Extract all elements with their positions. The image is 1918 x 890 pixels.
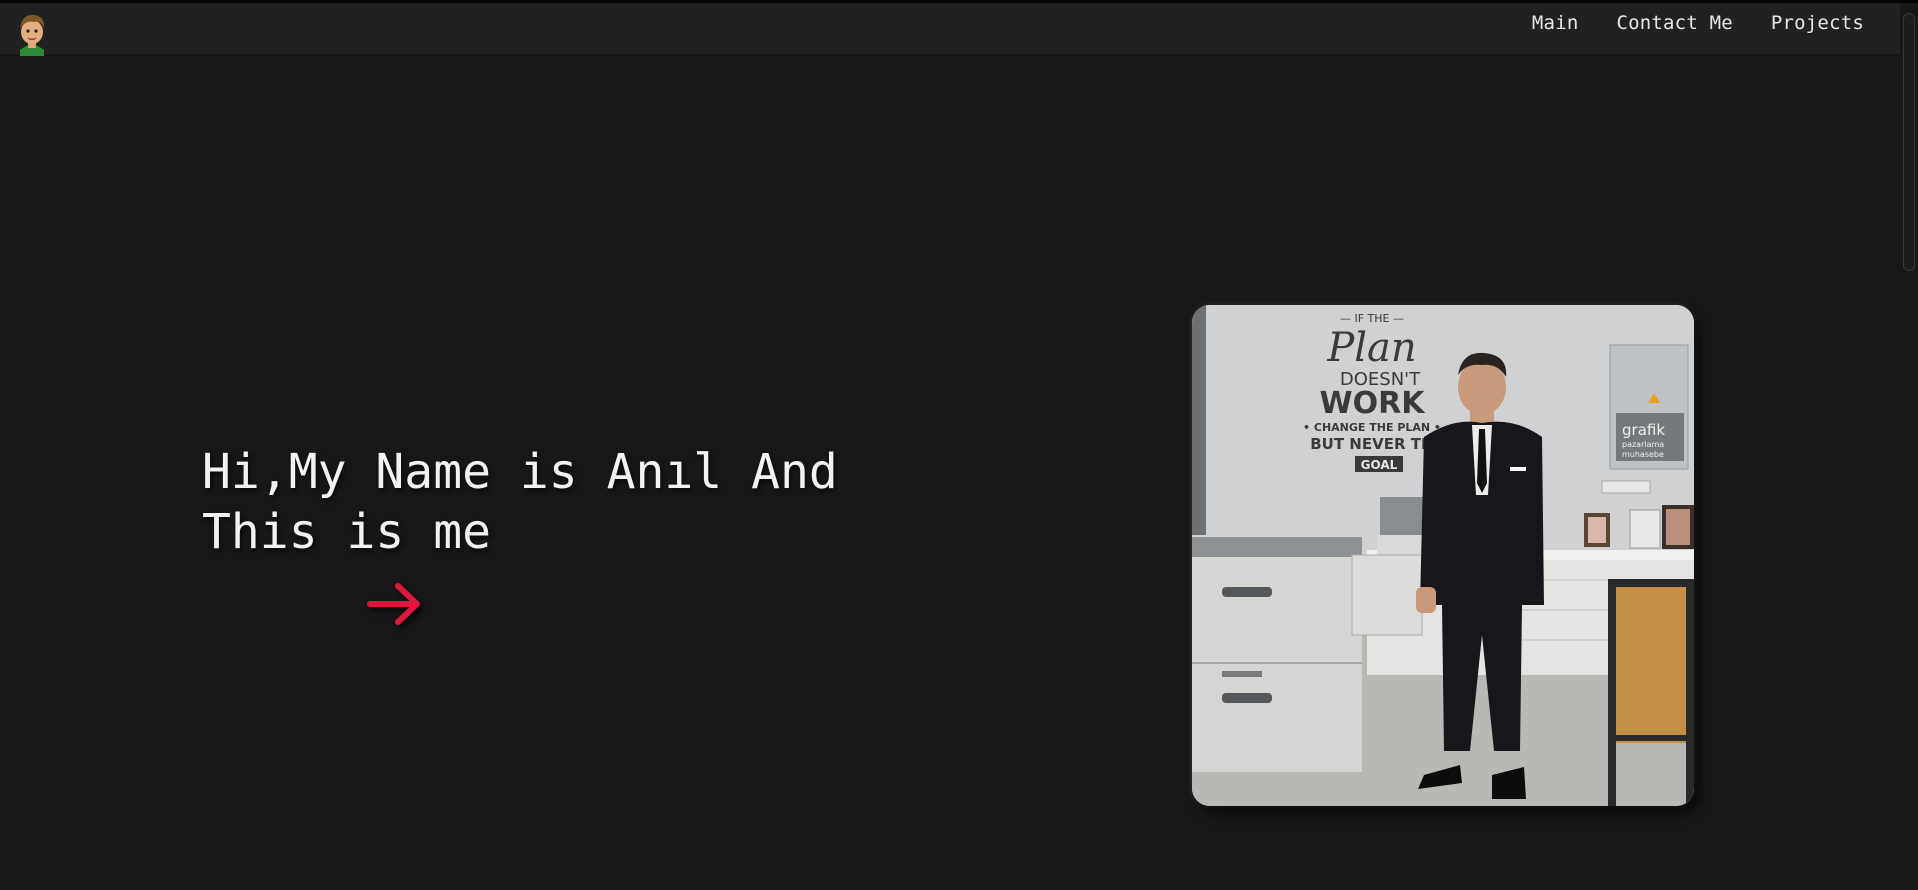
scrollbar[interactable] — [1900, 3, 1918, 890]
nav-link-projects[interactable]: Projects — [1771, 12, 1864, 34]
nav-link-main[interactable]: Main — [1532, 12, 1579, 34]
nav-link-contact-me[interactable]: Contact Me — [1616, 12, 1732, 34]
svg-text:• CHANGE THE PLAN •: • CHANGE THE PLAN • — [1303, 421, 1441, 434]
company-sign: grafik pazarlama muhasebe — [1622, 421, 1665, 459]
svg-text:— IF THE —: — IF THE — — [1340, 312, 1404, 325]
svg-text:GOAL: GOAL — [1361, 458, 1398, 472]
svg-text:Plan: Plan — [1326, 325, 1416, 371]
hero-title-line-1: Hi,My Name is Anıl And — [202, 444, 838, 500]
navbar: Main Contact Me Projects — [0, 3, 1900, 56]
profile-photo: — IF THE — Plan DOESN'T WORK • CHANGE TH… — [1192, 305, 1694, 806]
svg-text:muhasebe: muhasebe — [1622, 450, 1664, 459]
arrow-right-icon[interactable] — [366, 578, 424, 628]
hero-title-line-2: This is me — [202, 504, 491, 560]
svg-text:WORK: WORK — [1320, 386, 1427, 421]
svg-text:pazarlama: pazarlama — [1622, 440, 1664, 449]
svg-text:grafik: grafik — [1622, 421, 1665, 439]
scrollbar-thumb[interactable] — [1903, 13, 1915, 271]
hero-title: Hi,My Name is Anıl And This is me — [202, 442, 922, 562]
nav-links: Main Contact Me Projects — [1532, 12, 1864, 34]
avatar-logo[interactable] — [14, 10, 50, 56]
